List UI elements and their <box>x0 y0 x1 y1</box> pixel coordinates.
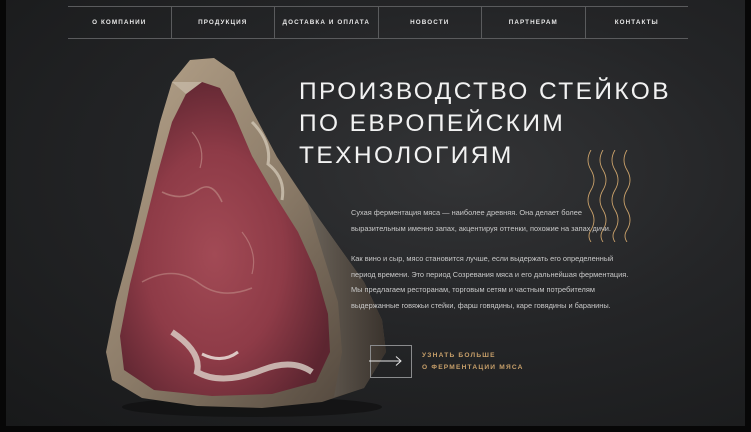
paragraph-line: выразительным именно запах, акцентируя о… <box>351 223 611 233</box>
title-line: ПО ЕВРОПЕЙСКИМ <box>299 110 566 137</box>
paragraph-line: период времени. Это период Созревания мя… <box>351 269 629 279</box>
nav-item-contacts[interactable]: КОНТАКТЫ <box>586 7 689 38</box>
paragraph-line: выдержанные говяжьи стейки, фарш говядин… <box>351 300 611 310</box>
nav-item-products[interactable]: ПРОДУКЦИЯ <box>172 7 275 38</box>
paragraph-line: Как вино и сыр, мясо становится лучше, е… <box>351 254 614 263</box>
learn-more-link[interactable]: УЗНАТЬ БОЛЬШЕ О ФЕРМЕНТАЦИИ МЯСА <box>422 350 524 374</box>
nav-item-news[interactable]: НОВОСТИ <box>379 7 482 38</box>
page: О КОМПАНИИ ПРОДУКЦИЯ ДОСТАВКА И ОПЛАТА Н… <box>6 0 745 426</box>
learn-more-button[interactable] <box>369 345 412 378</box>
nav-item-delivery[interactable]: ДОСТАВКА И ОПЛАТА <box>275 7 379 38</box>
cta-line: УЗНАТЬ БОЛЬШЕ <box>422 351 496 359</box>
title-line: ПРОИЗВОДСТВО СТЕЙКОВ <box>299 78 671 105</box>
nav-item-about[interactable]: О КОМПАНИИ <box>68 7 172 38</box>
details-paragraph: Как вино и сыр, мясо становится лучше, е… <box>351 251 641 313</box>
nav-item-partners[interactable]: ПАРТНЕРАМ <box>482 7 586 38</box>
main-nav: О КОМПАНИИ ПРОДУКЦИЯ ДОСТАВКА И ОПЛАТА Н… <box>68 6 688 39</box>
arrow-right-icon <box>369 356 402 366</box>
intro-paragraph: Сухая ферментация мяса — наиболее древня… <box>351 205 641 236</box>
paragraph-line: Мы предлагаем ресторанам, торговым сетям… <box>351 285 595 295</box>
paragraph-line: Сухая ферментация мяса — наиболее древня… <box>351 208 582 217</box>
learn-more-cta[interactable]: УЗНАТЬ БОЛЬШЕ О ФЕРМЕНТАЦИИ МЯСА <box>369 345 524 378</box>
cta-line: О ФЕРМЕНТАЦИИ МЯСА <box>422 363 524 371</box>
